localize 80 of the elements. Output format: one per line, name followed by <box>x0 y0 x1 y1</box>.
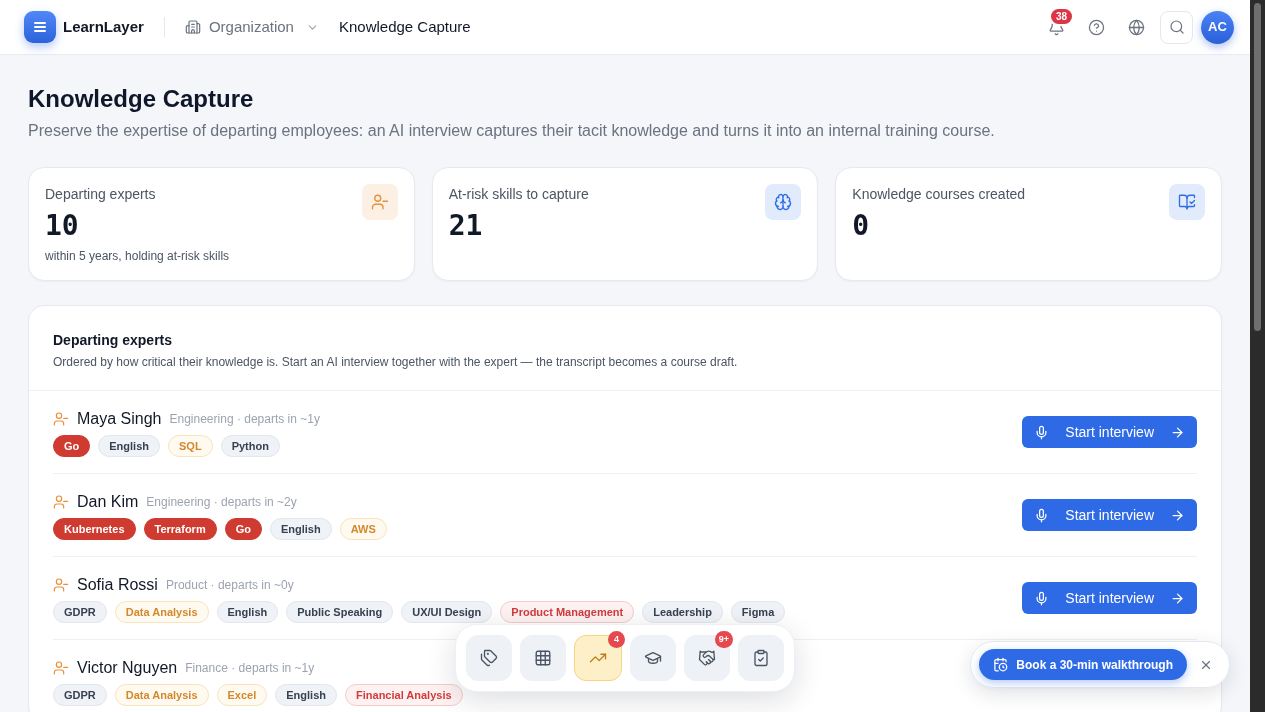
start-interview-button[interactable]: Start interview <box>1022 416 1197 448</box>
building-icon <box>184 19 201 35</box>
expert-meta: Engineering · departs in ~1y <box>169 411 320 427</box>
user-minus-icon <box>53 577 69 593</box>
expert-name: Sofia Rossi <box>77 575 158 595</box>
brand-name: LearnLayer <box>63 16 144 37</box>
microphone-icon <box>1034 424 1050 440</box>
skill-tag: AWS <box>339 518 387 540</box>
walkthrough-button[interactable]: Book a 30-min walkthrough <box>979 649 1187 680</box>
skill-tag: English <box>275 684 337 706</box>
handshake-icon <box>698 649 716 667</box>
graduation-cap-icon <box>644 649 662 667</box>
count-badge: 4 <box>608 631 625 648</box>
stat-value: 21 <box>448 208 484 244</box>
skill-tag: English <box>98 435 160 457</box>
search-button[interactable] <box>1160 10 1193 44</box>
user-avatar[interactable]: AC <box>1201 10 1234 44</box>
stat-label: At-risk skills to capture <box>448 185 589 204</box>
calendar-clock-icon <box>993 657 1009 672</box>
menu-icon[interactable] <box>24 11 56 43</box>
count-badge: 9+ <box>714 631 733 648</box>
skill-tag: Python <box>220 435 280 457</box>
panel-title: Departing experts <box>53 331 174 350</box>
arrow-right-icon <box>1170 507 1185 523</box>
arrow-right-icon <box>1170 424 1185 440</box>
skill-tag: Data Analysis <box>114 684 209 706</box>
skill-tag: GDPR <box>53 684 107 706</box>
stat-label: Knowledge courses created <box>852 185 1026 204</box>
expert-name: Maya Singh <box>77 409 162 429</box>
tags-icon <box>480 649 498 667</box>
search-icon <box>1168 19 1185 35</box>
start-interview-button[interactable]: Start interview <box>1022 499 1197 531</box>
skill-tag: Kubernetes <box>53 518 136 540</box>
clipboard-check-icon <box>752 649 770 667</box>
skill-tag: English <box>216 601 279 623</box>
skill-tag: Data Analysis <box>114 601 209 623</box>
page-subtitle: Preserve the expertise of departing employees: an AI interview captures their tacit knowledge and turns it into an internal training course. <box>28 121 996 141</box>
microphone-icon <box>1034 590 1050 606</box>
skill-tag: Product Management <box>500 601 635 623</box>
skill-tag: SQL <box>168 435 213 457</box>
arrow-right-icon <box>1170 590 1185 606</box>
stat-value: 0 <box>852 208 871 244</box>
stat-label: Departing experts <box>45 185 157 204</box>
expert-meta: Product · departs in ~0y <box>165 577 294 593</box>
stat-value: 10 <box>45 208 80 244</box>
skill-tag: Excel <box>216 684 268 706</box>
dock-button[interactable] <box>466 635 512 681</box>
user-minus-icon <box>53 494 69 510</box>
dock-button[interactable] <box>520 635 566 681</box>
start-interview-button[interactable]: Start interview <box>1022 582 1197 614</box>
dock-button[interactable] <box>738 635 784 681</box>
expert-meta: Engineering · departs in ~2y <box>146 494 297 510</box>
page-title: Knowledge Capture <box>28 84 255 114</box>
stat-note: within 5 years, holding at-risk skills <box>45 248 230 264</box>
user-minus-icon <box>53 660 69 676</box>
user-minus-icon <box>53 411 69 427</box>
skill-tag: Leadership <box>642 601 723 623</box>
expert-name: Victor Nguyen <box>77 658 178 678</box>
expert-name: Dan Kim <box>77 492 139 512</box>
skill-tag: Terraform <box>143 518 217 540</box>
help-icon <box>1087 18 1105 36</box>
breadcrumb-current: Knowledge Capture <box>338 16 471 37</box>
notifications-button[interactable]: 38 <box>1040 11 1072 43</box>
notification-badge: 38 <box>1051 9 1072 24</box>
expert-meta: Finance · departs in ~1y <box>185 660 315 676</box>
panel-description: Ordered by how critical their knowledge is. Start an AI interview together with the expert — the transcript becomes a course draft. <box>53 354 739 370</box>
organization-dropdown[interactable]: Organization <box>184 15 319 39</box>
globe-icon <box>1127 18 1145 36</box>
dock-button[interactable] <box>630 635 676 681</box>
skill-tag: Go <box>53 435 91 457</box>
skill-tag: Financial Analysis <box>345 684 463 706</box>
scrollbar-thumb[interactable] <box>1254 3 1261 331</box>
grid-icon <box>534 649 552 667</box>
skill-tag: Figma <box>730 601 786 623</box>
skill-tag: Go <box>224 518 262 540</box>
microphone-icon <box>1034 507 1050 523</box>
skill-tag: GDPR <box>53 601 107 623</box>
skill-tag: English <box>269 518 332 540</box>
skill-tag: UX/UI Design <box>401 601 493 623</box>
skill-tag: Public Speaking <box>286 601 394 623</box>
